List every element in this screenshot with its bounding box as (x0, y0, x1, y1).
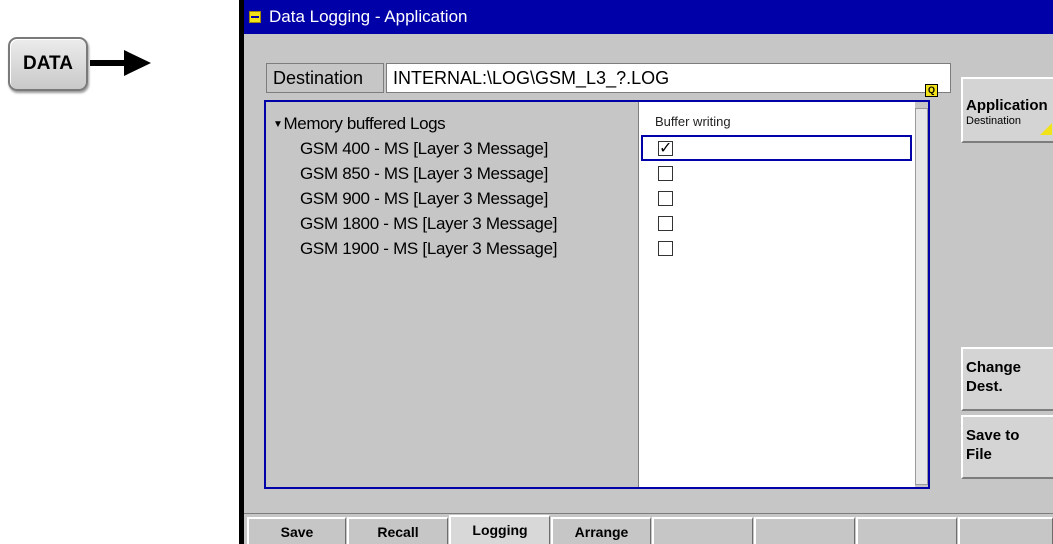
window-menu-icon[interactable] (249, 11, 261, 23)
buffer-checkbox[interactable] (658, 191, 673, 206)
tree-group-label: Memory buffered Logs (283, 114, 446, 133)
tab-empty-5[interactable] (652, 517, 753, 544)
list-item[interactable]: GSM 400 - MS [Layer 3 Message] (300, 139, 548, 159)
tab-empty-8[interactable] (958, 517, 1053, 544)
tab-save[interactable]: Save (247, 517, 346, 544)
log-config-panel: Buffer writing ▼Memory buffered Logs GSM… (264, 100, 930, 489)
change-dest-line1: Change (966, 359, 1022, 376)
save-to-file-line1: Save to (966, 427, 1020, 444)
screen-bezel (239, 0, 244, 544)
expand-triangle-icon[interactable]: ▼ (273, 119, 283, 130)
buffer-checkbox[interactable] (658, 166, 673, 181)
save-to-file-line2: File (966, 446, 992, 463)
window-title: Data Logging - Application (269, 7, 468, 26)
softkey-corner-indicator-icon (1040, 123, 1052, 135)
application-softkey-label: Application (966, 97, 1048, 114)
buffer-checkbox[interactable]: ✓ (658, 141, 673, 157)
hotkey-bar: Save Recall Logging Arrange (244, 513, 1053, 544)
list-item[interactable]: GSM 1900 - MS [Layer 3 Message] (300, 239, 557, 259)
destination-label: Destination (266, 63, 384, 93)
tab-logging[interactable]: Logging (449, 515, 550, 544)
tree-group-header[interactable]: ▼Memory buffered Logs (273, 114, 446, 134)
instrument-screen: Data Logging - Application Destination I… (239, 0, 1053, 544)
list-item[interactable]: GSM 900 - MS [Layer 3 Message] (300, 189, 548, 209)
tab-empty-7[interactable] (856, 517, 957, 544)
buffer-checkbox[interactable] (658, 241, 673, 256)
arrow-right-icon (90, 60, 128, 66)
change-dest-line2: Dest. (966, 378, 1003, 395)
buffer-checkbox[interactable] (658, 216, 673, 231)
tab-empty-6[interactable] (754, 517, 855, 544)
data-hardkey-label: DATA (23, 53, 73, 74)
destination-field[interactable]: INTERNAL:\LOG\GSM_L3_?.LOG (386, 63, 951, 93)
buffer-writing-header: Buffer writing (655, 114, 731, 129)
data-hardkey[interactable]: DATA (8, 37, 88, 91)
column-divider (638, 102, 639, 487)
arrow-head-icon (124, 50, 151, 76)
title-bar: Data Logging - Application (244, 0, 1053, 34)
tab-recall[interactable]: Recall (347, 517, 448, 544)
vertical-scrollbar[interactable] (915, 108, 928, 485)
list-item[interactable]: GSM 850 - MS [Layer 3 Message] (300, 164, 548, 184)
change-dest-softkey[interactable]: Change Dest. (961, 347, 1053, 411)
focus-highlight (641, 135, 912, 161)
application-softkey[interactable]: Application Destination (961, 77, 1053, 143)
save-to-file-softkey[interactable]: Save to File (961, 415, 1053, 479)
tab-arrange[interactable]: Arrange (551, 517, 651, 544)
list-item[interactable]: GSM 1800 - MS [Layer 3 Message] (300, 214, 557, 234)
query-indicator-icon: Q (925, 84, 938, 97)
